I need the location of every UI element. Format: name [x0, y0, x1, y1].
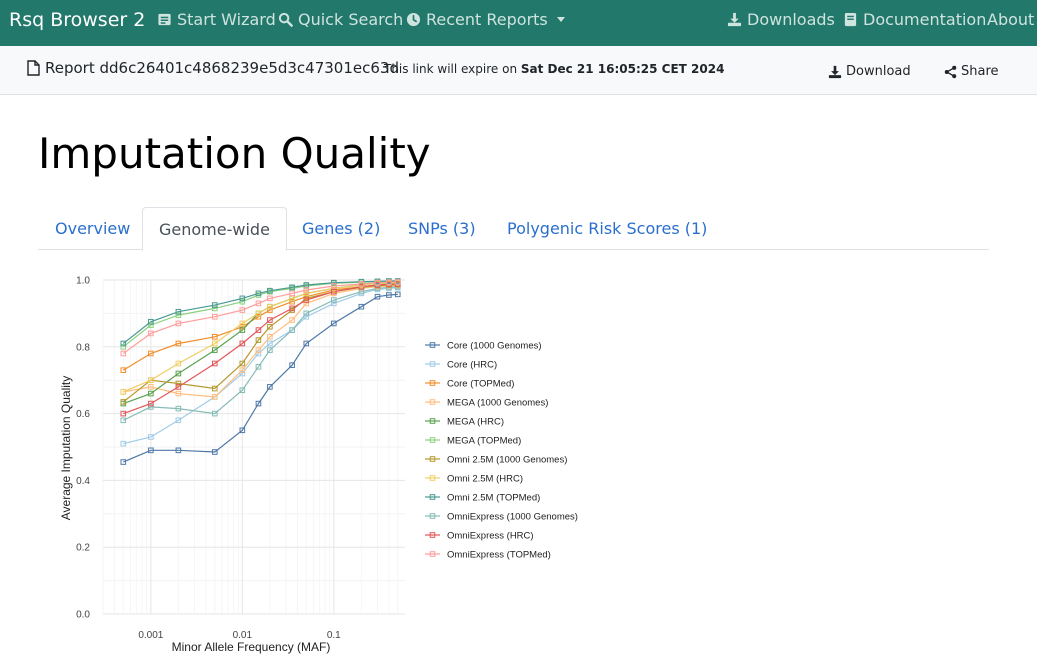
download-icon	[828, 65, 842, 79]
nav-documentation-label: Documentation	[863, 10, 987, 29]
y-axis-label: Average Imputation Quality	[59, 376, 73, 521]
legend-item: Core (HRC)	[425, 360, 497, 371]
legend-label: Omni 2.5M (HRC)	[447, 474, 523, 485]
legend-item: OmniExpress (HRC)	[425, 531, 534, 542]
legend-label: Omni 2.5M (TOPMed)	[447, 493, 540, 504]
tab-bar: Overview Genome-wide Genes (2) SNPs (3) …	[38, 207, 989, 251]
nav-start-wizard-label: Start Wizard	[177, 10, 276, 29]
nav-quick-search-label: Quick Search	[298, 10, 404, 29]
nav-recent-reports[interactable]: Recent Reports	[406, 10, 565, 29]
expire-date: Sat Dec 21 16:05:25 CET 2024	[520, 62, 725, 76]
share-button-label: Share	[961, 64, 999, 79]
report-id: Report dd6c26401c4868239e5d3c47301ec63d	[27, 59, 399, 77]
legend-label: Core (HRC)	[447, 360, 497, 371]
legend-label: MEGA (HRC)	[447, 417, 504, 428]
nav-about-label: About	[987, 10, 1035, 29]
nav-about[interactable]: About	[987, 10, 1034, 29]
navbar: Rsq Browser 2 Start Wizard Quick Search …	[0, 0, 1037, 46]
legend-label: MEGA (1000 Genomes)	[447, 398, 548, 409]
nav-downloads-label: Downloads	[747, 10, 835, 29]
y-tick-label: 0.4	[76, 476, 90, 487]
legend-item: OmniExpress (1000 Genomes)	[425, 512, 578, 523]
tab-genes[interactable]: Genes (2)	[286, 207, 396, 250]
chart-series-points	[120, 278, 401, 465]
legend-label: OmniExpress (TOPMed)	[447, 550, 551, 561]
nav-documentation[interactable]: Documentation	[843, 10, 986, 29]
nav-recent-reports-label: Recent Reports	[426, 10, 548, 29]
legend-label: OmniExpress (1000 Genomes)	[447, 512, 578, 523]
x-tick-label: 0.001	[138, 630, 163, 641]
chart-legend: Core (1000 Genomes) Core (HRC) Core (TOPMe…	[425, 341, 578, 561]
chart-series-lines	[122, 280, 398, 463]
share-button[interactable]: Share	[944, 64, 999, 79]
legend-item: Omni 2.5M (TOPMed)	[425, 493, 540, 504]
legend-label: Core (TOPMed)	[447, 379, 514, 390]
legend-item: Core (TOPMed)	[425, 379, 514, 390]
nav-start-wizard[interactable]: Start Wizard	[157, 10, 276, 29]
y-tick-label: 1.0	[76, 276, 90, 287]
tab-overview[interactable]: Overview	[39, 207, 146, 250]
brand[interactable]: Rsq Browser 2	[9, 9, 145, 31]
page-title: Imputation Quality	[38, 129, 431, 178]
search-icon	[278, 12, 293, 27]
legend-item: Core (1000 Genomes)	[425, 341, 542, 352]
file-icon	[27, 60, 40, 76]
tab-polygenic-risk-scores[interactable]: Polygenic Risk Scores (1)	[491, 207, 723, 250]
y-tick-label: 0.2	[76, 543, 90, 554]
report-id-label: Report dd6c26401c4868239e5d3c47301ec63d	[45, 59, 399, 77]
y-tick-label: 0.8	[76, 342, 90, 353]
tab-genome-wide[interactable]: Genome-wide	[142, 207, 287, 251]
y-axis-ticks: 0.0 0.2 0.4 0.6 0.8 1.0	[76, 276, 90, 621]
nav-downloads[interactable]: Downloads	[727, 10, 835, 29]
report-bar: Report dd6c26401c4868239e5d3c47301ec63d …	[0, 46, 1037, 95]
wizard-icon	[157, 12, 172, 27]
share-icon	[944, 65, 957, 79]
legend-label: Core (1000 Genomes)	[447, 341, 542, 352]
expire-notice: This link will expire on Sat Dec 21 16:0…	[384, 62, 724, 76]
x-axis-label: Minor Allele Frequency (MAF)	[172, 640, 331, 654]
tab-snps[interactable]: SNPs (3)	[392, 207, 492, 250]
chevron-down-icon	[556, 17, 565, 22]
legend-item: MEGA (1000 Genomes)	[425, 398, 548, 409]
expire-prefix: This link will expire on	[384, 62, 518, 76]
legend-label: Omni 2.5M (1000 Genomes)	[447, 455, 567, 466]
legend-item: Omni 2.5M (1000 Genomes)	[425, 455, 567, 466]
y-tick-label: 0.0	[76, 610, 90, 621]
legend-item: OmniExpress (TOPMed)	[425, 550, 551, 561]
download-icon	[727, 12, 742, 27]
legend-item: MEGA (TOPMed)	[425, 436, 521, 447]
download-button[interactable]: Download	[828, 64, 911, 79]
legend-label: OmniExpress (HRC)	[447, 531, 534, 542]
nav-quick-search[interactable]: Quick Search	[278, 10, 403, 29]
clock-icon	[406, 12, 421, 27]
download-button-label: Download	[846, 64, 911, 79]
chart-grid	[102, 279, 405, 615]
y-tick-label: 0.6	[76, 409, 90, 420]
legend-item: MEGA (HRC)	[425, 417, 504, 428]
legend-label: MEGA (TOPMed)	[447, 436, 521, 447]
legend-item: Omni 2.5M (HRC)	[425, 474, 523, 485]
book-icon	[843, 12, 858, 27]
imputation-quality-chart: 0.00.20.40.60.81.0 0.001 0.01 0.1 Minor Al…	[59, 276, 578, 655]
